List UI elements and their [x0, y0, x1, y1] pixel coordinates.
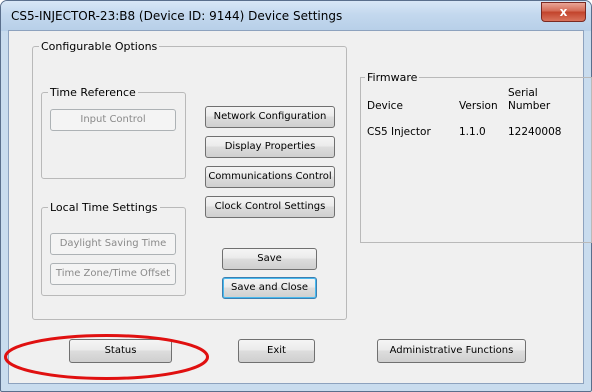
time-zone-offset-button[interactable]: Time Zone/Time Offset — [50, 263, 176, 285]
configurable-options-label: Configurable Options — [39, 40, 160, 53]
administrative-functions-button[interactable]: Administrative Functions — [377, 339, 526, 363]
exit-button[interactable]: Exit — [238, 339, 315, 363]
configurable-options-group: Configurable Options Time Reference Inpu… — [32, 40, 347, 320]
local-time-settings-label: Local Time Settings — [48, 201, 160, 214]
firmware-col-version: Version — [459, 100, 498, 112]
save-button[interactable]: Save — [222, 248, 317, 270]
title-bar[interactable]: CS5-INJECTOR-23:B8 (Device ID: 9144) Dev… — [1, 1, 591, 31]
daylight-saving-time-button[interactable]: Daylight Saving Time — [50, 233, 176, 255]
window-title: CS5-INJECTOR-23:B8 (Device ID: 9144) Dev… — [11, 9, 343, 23]
network-configuration-button[interactable]: Network Configuration — [205, 106, 335, 128]
display-properties-button[interactable]: Display Properties — [205, 136, 335, 158]
firmware-col-device: Device — [367, 100, 403, 112]
firmware-serial-value: 12240008 — [508, 126, 562, 138]
local-time-settings-group: Local Time Settings Daylight Saving Time… — [41, 201, 186, 296]
time-reference-label: Time Reference — [48, 86, 138, 99]
input-control-button[interactable]: Input Control — [50, 109, 176, 131]
highlight-ellipse-icon — [4, 334, 209, 380]
clock-control-settings-button[interactable]: Clock Control Settings — [205, 196, 335, 218]
firmware-version-value: 1.1.0 — [459, 126, 486, 138]
close-icon: x — [559, 5, 568, 19]
dialog-client-area: Configurable Options Time Reference Inpu… — [8, 30, 592, 384]
firmware-group: Firmware Device Version Serial Number CS… — [360, 71, 592, 243]
firmware-label: Firmware — [365, 71, 420, 84]
time-reference-group: Time Reference Input Control — [41, 86, 186, 179]
close-button[interactable]: x — [541, 2, 586, 22]
save-and-close-button[interactable]: Save and Close — [222, 277, 317, 299]
firmware-col-serial-line2: Number — [508, 100, 551, 112]
firmware-col-serial-line1: Serial — [508, 87, 538, 99]
firmware-device-value: CS5 Injector — [367, 126, 431, 138]
communications-control-button[interactable]: Communications Control — [205, 166, 335, 188]
